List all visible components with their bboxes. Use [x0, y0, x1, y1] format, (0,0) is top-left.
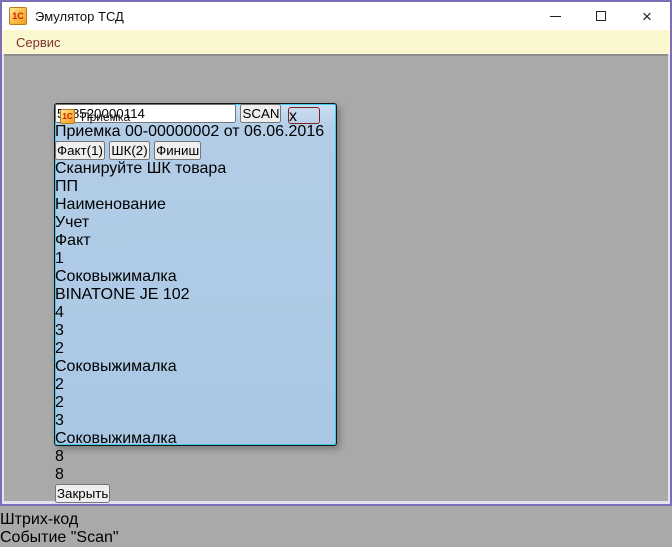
- dialog-close-button[interactable]: x: [288, 107, 320, 124]
- col-header-uchet: Учет: [55, 214, 336, 232]
- table-row-cell-uchet[interactable]: 8: [55, 448, 336, 466]
- zakryt-button[interactable]: Закрыть: [55, 484, 110, 503]
- items-table: ПП Наименование Учет Факт 1 Соковыжималк…: [55, 178, 336, 484]
- priemka-dialog: 1С Приемка x SCAN Приемка 00-00000002 от…: [54, 103, 337, 446]
- table-row-cell-pp[interactable]: 1: [55, 250, 336, 268]
- scan-prompt: Сканируйте ШК товара: [55, 160, 336, 178]
- close-button[interactable]: ×: [624, 2, 670, 30]
- table-row-cell-name-selected[interactable]: Соковыжималка BINATONE JE 102: [55, 268, 336, 304]
- table-row-cell-fakt[interactable]: 8: [55, 466, 336, 484]
- col-header-pp: ПП: [55, 178, 336, 196]
- table-row-cell-pp[interactable]: 3: [55, 412, 336, 430]
- close-icon: ×: [642, 8, 652, 25]
- col-header-fakt: Факт: [55, 232, 336, 250]
- table-row-cell-uchet[interactable]: 2: [55, 376, 336, 394]
- shk-button[interactable]: ШК(2): [109, 141, 149, 160]
- dialog-title: Приемка: [81, 110, 130, 124]
- app-window: 1С Эмулятор ТСД × Сервис 1С Приемка x SC…: [0, 0, 672, 506]
- menu-item-servis[interactable]: Сервис: [16, 35, 61, 50]
- window-title: Эмулятор ТСД: [35, 9, 124, 24]
- maximize-icon: [596, 11, 606, 21]
- dialog-logo-icon: 1С: [60, 109, 75, 124]
- table-row-cell-fakt[interactable]: 2: [55, 394, 336, 412]
- table-row-cell-uchet[interactable]: 4: [55, 304, 336, 322]
- item-name-line1: Соковыжималка: [55, 268, 336, 286]
- table-row-cell-pp[interactable]: 2: [55, 340, 336, 358]
- table-row-cell-name[interactable]: Соковыжималка: [55, 358, 336, 376]
- maximize-button[interactable]: [578, 2, 624, 30]
- col-header-name: Наименование: [55, 196, 336, 214]
- minimize-icon: [550, 16, 561, 17]
- table-row-cell-fakt[interactable]: 3: [55, 322, 336, 340]
- fact-button[interactable]: Факт(1): [55, 141, 105, 160]
- finish-button[interactable]: Финиш: [154, 141, 201, 160]
- annotation-barcode-label: Штрих-код: [0, 511, 672, 529]
- menu-bar: Сервис: [2, 30, 670, 54]
- table-row-cell-name[interactable]: Соковыжималка: [55, 430, 336, 448]
- app-logo-icon: 1С: [9, 7, 27, 25]
- window-controls: ×: [532, 2, 670, 30]
- annotation-scan-label: Событие "Scan": [0, 529, 672, 547]
- title-bar: 1С Эмулятор ТСД ×: [2, 2, 670, 30]
- minimize-button[interactable]: [532, 2, 578, 30]
- item-name-line2: BINATONE JE 102: [55, 286, 336, 304]
